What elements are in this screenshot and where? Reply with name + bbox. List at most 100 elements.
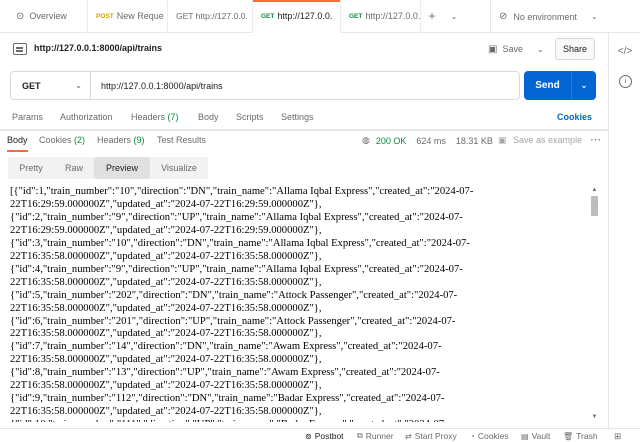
preview-line: 22T16:35:58.000000Z","updated_at":"2024-… [10,276,322,288]
tab-body[interactable]: Body [198,112,219,122]
view-pretty[interactable]: Pretty [8,157,54,179]
status-code[interactable]: 200 OK [376,136,407,146]
right-sidebar: </> i [608,33,640,428]
preview-line: {"id":8,"train_number":"13","direction":… [10,367,440,379]
code-icon[interactable]: </> [617,43,633,59]
tab-headers-label: Headers [97,135,132,145]
runner-button[interactable]: ⧉ Runner [357,431,394,441]
tab-response-headers[interactable]: Headers (9) [97,135,145,145]
tabs-dropdown-chevron-icon[interactable]: ⌄ [443,0,465,33]
request-header: http://127.0.0.1:8000/api/trains ▣ Save … [0,33,608,65]
environment-label: No environment [513,11,577,22]
request-title[interactable]: http://127.0.0.1:8000/api/trains [34,43,162,53]
tab-label: http://127.0.0. [365,11,421,21]
http-request-icon [13,43,27,55]
save-icon: ▣ [488,43,498,55]
scrollbar-thumb[interactable] [591,196,598,216]
start-proxy-button[interactable]: ⇄ Start Proxy [405,431,457,441]
tab-get-request-2[interactable]: GET http://127.0.0. [341,0,421,33]
new-tab-plus-icon[interactable]: + [421,0,443,33]
postbot-label: Postbot [314,431,344,441]
method-badge: GET [349,12,363,20]
save-example-icon: ▣ [498,135,507,145]
tab-new-request[interactable]: POST New Reque [88,0,168,33]
request-tabs: Params Authorization Headers (7) Body Sc… [0,108,608,130]
vault-button[interactable]: ▤ Vault [521,431,550,441]
tab-headers-label: Headers [131,112,166,122]
tab-settings[interactable]: Settings [281,112,314,122]
globe-icon: ◍ [362,135,370,145]
save-example-label: Save as example [513,135,583,145]
info-icon[interactable]: i [619,75,632,88]
tab-response-cookies[interactable]: Cookies (2) [39,135,85,145]
trash-button[interactable]: 🗑 Trash [563,431,598,441]
view-visualize[interactable]: Visualize [150,157,208,179]
preview-line: 22T16:35:58.000000Z","updated_at":"2024-… [10,328,322,340]
send-button[interactable]: Send ⌄ [524,71,596,100]
preview-line: {"id":7,"train_number":"14","direction":… [10,341,442,353]
tab-trains-request[interactable]: GET http://127.0.0. [253,0,341,33]
response-preview[interactable]: [{"id":1,"train_number":"10","direction"… [10,186,588,422]
save-button[interactable]: ▣ Save ⌄ [488,39,544,59]
preview-line: 22T16:35:58.000000Z","updated_at":"2024-… [10,302,322,314]
preview-line: {"id":6,"train_number":"201","direction"… [10,315,456,327]
help-icon[interactable]: ⊞ [614,431,621,442]
method-badge: GET [261,12,275,20]
start-proxy-label: Start Proxy [414,431,457,441]
response-time[interactable]: 624 ms [416,136,446,146]
more-options-icon[interactable]: ⋯ [590,133,601,146]
method-label: GET [22,80,41,91]
cookies-link[interactable]: Cookies [557,112,592,122]
tab-get-request[interactable]: GET http://127.0.0. [168,0,253,33]
overview-icon: ⊙ [16,10,25,22]
headers-count: (9) [133,135,145,145]
headers-count: (7) [167,112,179,122]
response-size[interactable]: 18.31 KB [456,136,493,146]
scroll-up-arrow-icon[interactable]: ▲ [590,186,599,195]
preview-line: {"id":9,"train_number":"112","direction"… [10,393,445,405]
preview-line: 22T16:29:59.000000Z","updated_at":"2024-… [10,224,322,236]
preview-line: 22T16:35:58.000000Z","updated_at":"2024-… [10,406,322,418]
runner-label: Runner [365,431,394,441]
share-button[interactable]: Share [555,38,595,60]
save-chevron-down-icon[interactable]: ⌄ [537,45,544,54]
scroll-down-arrow-icon[interactable]: ▼ [590,413,599,422]
preview-line: 22T16:35:58.000000Z","updated_at":"2024-… [10,354,322,366]
tab-headers[interactable]: Headers (7) [131,112,179,122]
chevron-down-icon: ⌄ [590,12,598,21]
preview-line: {"id":3,"train_number":"10","direction":… [10,237,470,249]
no-environment-icon: ⊘ [499,11,508,22]
send-chevron-down-icon[interactable]: ⌄ [571,71,596,100]
view-raw[interactable]: Raw [54,157,94,179]
tab-authorization[interactable]: Authorization [60,112,113,122]
url-input[interactable] [91,73,519,98]
tab-label: GET http://127.0.0. [176,11,248,21]
view-preview[interactable]: Preview [94,157,150,179]
preview-line: {"id":4,"train_number":"9","direction":"… [10,263,463,275]
preview-scrollbar[interactable]: ▲ ▼ [590,186,599,422]
save-label: Save [502,44,523,54]
cookies-button[interactable]: ◔ Cookies [470,431,509,441]
tab-scripts[interactable]: Scripts [236,112,264,122]
preview-line: [{"id":1,"train_number":"10","direction"… [10,186,474,197]
chevron-down-icon: ⌄ [75,81,82,90]
environment-selector[interactable]: ⊘ No environment ⌄ [490,0,608,33]
tab-params[interactable]: Params [12,112,43,122]
tab-label: New Reque [116,11,164,21]
vault-icon: ▤ [521,431,529,441]
tab-response-body[interactable]: Body [7,135,28,152]
cookies-label: Cookies [477,431,509,441]
view-mode-switcher: Pretty Raw Preview Visualize [8,157,208,179]
tab-label: http://127.0.0. [277,11,333,21]
runner-icon: ⧉ [357,431,363,440]
vault-label: Vault [531,431,551,441]
method-select[interactable]: GET ⌄ [11,72,91,99]
cookie-icon: ◔ [470,431,475,441]
method-badge: POST [96,12,114,20]
preview-line: 22T16:29:59.000000Z","updated_at":"2024-… [10,198,322,210]
status-bar: ⊚ Postbot ⧉ Runner ⇄ Start Proxy ◔ Cookies ▤… [0,428,640,442]
tab-overview[interactable]: ⊙ Overview [0,0,88,33]
postbot-button[interactable]: ⊚ Postbot [305,431,344,441]
save-as-example-button[interactable]: ▣ Save as example [498,135,582,146]
tab-test-results[interactable]: Test Results [157,135,206,145]
